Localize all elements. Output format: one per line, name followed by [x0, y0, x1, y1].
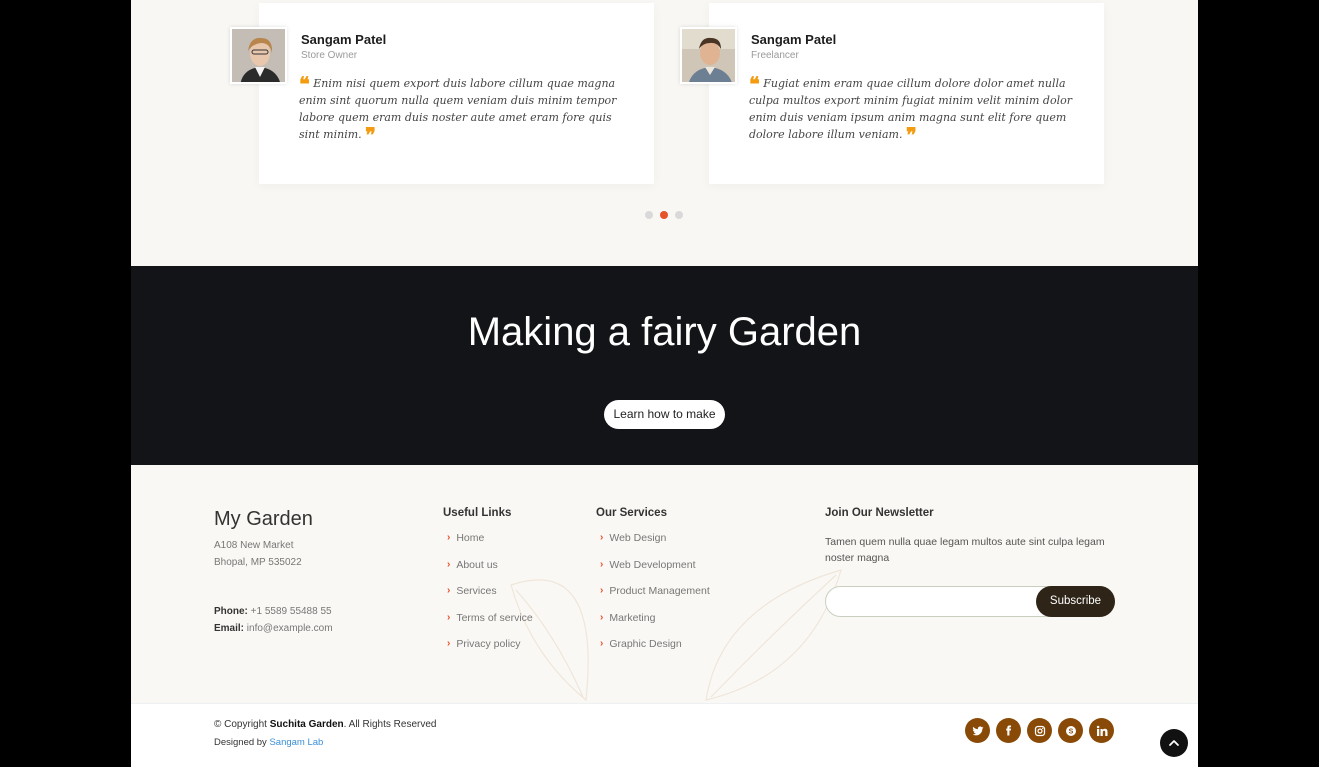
- link-label: Privacy policy: [456, 638, 521, 650]
- carousel-dot-active[interactable]: [660, 211, 668, 219]
- testimonial-quote: ❝ Enim nisi quem export duis labore cill…: [299, 72, 634, 145]
- footer-link-terms[interactable]: › Terms of service: [447, 612, 533, 639]
- footer-link-home[interactable]: › Home: [447, 532, 533, 559]
- newsletter-email-input[interactable]: [836, 593, 1031, 611]
- footer-link-marketing[interactable]: › Marketing: [600, 612, 710, 639]
- back-to-top-button[interactable]: [1160, 729, 1188, 757]
- designed-prefix: Designed by: [214, 737, 267, 748]
- learn-how-button[interactable]: Learn how to make: [604, 400, 725, 429]
- link-label: About us: [456, 558, 498, 571]
- footer-link-product-management[interactable]: › Product Management: [600, 585, 710, 612]
- link-label: Product Management: [609, 585, 710, 597]
- twitter-glyph: [972, 726, 983, 735]
- copyright-suffix: . All Rights Reserved: [343, 719, 437, 730]
- link-label: Terms of service: [456, 611, 533, 624]
- chevron-right-icon: ›: [600, 585, 604, 596]
- person-photo: [232, 29, 285, 82]
- address-line: Bhopal, MP 535022: [214, 557, 302, 568]
- footer-link-web-development[interactable]: › Web Development: [600, 559, 710, 586]
- chevron-right-icon: ›: [447, 585, 451, 596]
- link-label: Graphic Design: [609, 638, 682, 650]
- footer-link-privacy[interactable]: › Privacy policy: [447, 638, 533, 665]
- chevron-right-icon: ›: [600, 638, 604, 649]
- phone-line: Phone: +1 5589 55488 55: [214, 603, 333, 620]
- skype-icon[interactable]: S: [1058, 718, 1083, 743]
- testimonial-text: Enim nisi quem export duis labore cillum…: [299, 77, 617, 141]
- linkedin-glyph: [1096, 725, 1107, 736]
- testimonial-card: Sangam Patel Freelancer ❝ Fugiat enim er…: [680, 3, 1104, 184]
- chevron-right-icon: ›: [600, 558, 604, 570]
- avatar: [230, 27, 287, 84]
- phone-value: +1 5589 55488 55: [250, 606, 332, 617]
- link-label: Home: [456, 532, 485, 544]
- svg-text:S: S: [1068, 728, 1073, 735]
- chevron-right-icon: ›: [447, 532, 451, 543]
- facebook-glyph: [1006, 725, 1012, 736]
- quote-close-icon: ❞: [905, 123, 917, 147]
- useful-links-list: › Home › About us › Services › Terms of serv…: [447, 532, 533, 665]
- person-photo: [682, 29, 735, 82]
- our-services-title: Our Services: [596, 507, 667, 519]
- copyright-bar: © Copyright Suchita Garden. All Rights R…: [131, 703, 1198, 767]
- testimonial-role: Store Owner: [301, 50, 358, 61]
- carousel-dot[interactable]: [645, 211, 653, 219]
- email-line: Email: info@example.com: [214, 620, 333, 637]
- email-label: Email:: [214, 623, 245, 634]
- social-links: S: [965, 718, 1114, 743]
- services-list: › Web Design › Web Development › Product Ma…: [600, 532, 710, 665]
- newsletter-form: Subscribe: [825, 586, 1115, 617]
- address-line: A108 New Market: [214, 540, 294, 551]
- useful-links-title: Useful Links: [443, 507, 512, 519]
- designed-by: Designed by Sangam Lab: [214, 737, 323, 748]
- footer: My Garden A108 New Market Bhopal, MP 535…: [131, 465, 1198, 703]
- footer-link-about[interactable]: › About us: [447, 559, 533, 586]
- chevron-right-icon: ›: [600, 611, 604, 623]
- chevron-up-icon: [1169, 740, 1179, 746]
- testimonials-section: Sangam Patel Store Owner ❝ Enim nisi que…: [131, 0, 1198, 266]
- chevron-right-icon: ›: [447, 638, 451, 649]
- banner-title: Making a fairy Garden: [467, 310, 862, 354]
- chevron-right-icon: ›: [600, 532, 604, 543]
- instagram-icon[interactable]: [1027, 718, 1052, 743]
- footer-link-graphic-design[interactable]: › Graphic Design: [600, 638, 710, 665]
- twitter-icon[interactable]: [965, 718, 990, 743]
- email-value: info@example.com: [246, 623, 333, 634]
- footer-brand: My Garden: [214, 508, 313, 530]
- designer-link[interactable]: Sangam Lab: [269, 737, 323, 748]
- link-label: Web Development: [609, 558, 696, 571]
- footer-link-web-design[interactable]: › Web Design: [600, 532, 710, 559]
- cta-banner: Making a fairy Garden Learn how to make: [131, 266, 1198, 465]
- chevron-right-icon: ›: [447, 558, 451, 570]
- copyright-prefix: © Copyright: [214, 719, 267, 730]
- instagram-glyph: [1034, 725, 1045, 736]
- facebook-icon[interactable]: [996, 718, 1021, 743]
- carousel-pagination: [645, 211, 683, 219]
- testimonial-name: Sangam Patel: [301, 32, 387, 47]
- carousel-dot[interactable]: [675, 211, 683, 219]
- testimonial-quote: ❝ Fugiat enim eram quae cillum dolore do…: [749, 72, 1084, 145]
- linkedin-icon[interactable]: [1089, 718, 1114, 743]
- copyright-name: Suchita Garden: [269, 719, 344, 730]
- phone-label: Phone:: [214, 606, 248, 617]
- skype-glyph: S: [1065, 725, 1076, 736]
- subscribe-button[interactable]: Subscribe: [1036, 586, 1115, 617]
- quote-open-icon: ❝: [299, 72, 310, 96]
- newsletter-text: Tamen quem nulla quae legam multos aute …: [825, 536, 1105, 564]
- chevron-right-icon: ›: [447, 611, 451, 623]
- link-label: Web Design: [609, 532, 667, 544]
- quote-close-icon: ❞: [365, 123, 376, 147]
- footer-contact: Phone: +1 5589 55488 55 Email: info@exam…: [214, 603, 333, 637]
- testimonial-name: Sangam Patel: [751, 32, 837, 47]
- avatar: [680, 27, 737, 84]
- footer-address: A108 New Market Bhopal, MP 535022: [214, 537, 302, 571]
- copyright-text: © Copyright Suchita Garden. All Rights R…: [214, 719, 436, 730]
- testimonial-role: Freelancer: [751, 50, 799, 61]
- link-label: Marketing: [609, 611, 656, 624]
- footer-link-services[interactable]: › Services: [447, 585, 533, 612]
- newsletter-title: Join Our Newsletter: [825, 507, 934, 519]
- quote-open-icon: ❝: [749, 72, 760, 96]
- page: Sangam Patel Store Owner ❝ Enim nisi que…: [131, 0, 1198, 767]
- link-label: Services: [456, 585, 497, 597]
- testimonial-card: Sangam Patel Store Owner ❝ Enim nisi que…: [230, 3, 654, 184]
